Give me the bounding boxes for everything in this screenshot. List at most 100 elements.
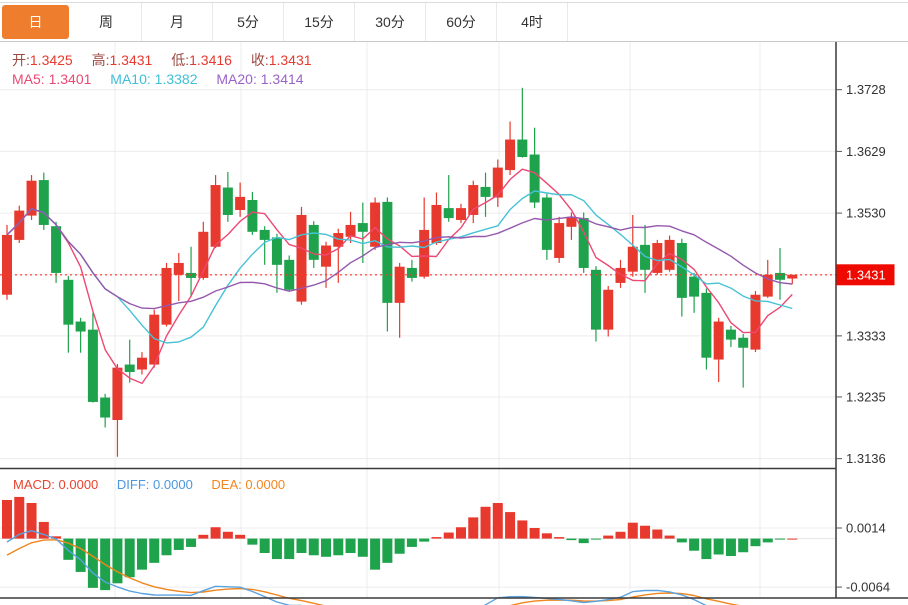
candle-body-up — [174, 263, 184, 275]
macd-bar-negative — [689, 539, 699, 551]
macd-bar-negative — [149, 539, 159, 563]
macd-bar-positive — [530, 528, 540, 539]
candle-body-down — [100, 398, 110, 418]
macd-bar-positive — [628, 523, 638, 539]
candle-body-down — [542, 198, 552, 250]
candle-body-down — [591, 270, 601, 330]
macd-bar-positive — [468, 517, 478, 538]
chart-canvas[interactable]: 1.37281.36291.35301.33331.32351.31360.00… — [0, 0, 908, 605]
candle-body-down — [689, 277, 699, 297]
macd-bar-positive — [456, 527, 466, 538]
macd-bar-positive — [235, 535, 245, 539]
close-label: 收: — [251, 52, 269, 68]
candle-body-up — [603, 290, 613, 330]
macd-bar-negative — [309, 539, 319, 556]
macd-bar-positive — [616, 532, 626, 539]
dea-value: 0.0000 — [245, 477, 285, 492]
ma10-value: 1.3382 — [155, 71, 198, 87]
candle-body-down — [223, 188, 233, 215]
macd-bar-negative — [677, 539, 687, 543]
macd-bar-negative — [296, 539, 306, 553]
current-price-tag-text: 1.3431 — [846, 267, 886, 282]
candle-body-down — [701, 293, 711, 358]
candle-body-down — [407, 268, 417, 278]
macd-bar-positive — [431, 537, 441, 539]
macd-bar-negative — [591, 539, 601, 540]
candle-body-down — [726, 330, 736, 340]
candle-body-up — [714, 322, 724, 360]
candle-body-up — [566, 217, 576, 227]
candle-body-down — [63, 280, 73, 325]
open-label: 开: — [12, 52, 30, 68]
candle-body-up — [456, 208, 466, 220]
macd-bar-positive — [14, 497, 24, 539]
macd-bar-negative — [358, 539, 368, 557]
macd-bar-negative — [137, 539, 147, 570]
macd-bar-negative — [566, 539, 576, 541]
candle-body-up — [419, 230, 429, 277]
candle-body-down — [677, 243, 687, 298]
macd-bar-positive — [444, 533, 454, 539]
macd-bar-negative — [162, 539, 172, 556]
macd-bar-negative — [579, 539, 589, 544]
high-label: 高: — [92, 52, 110, 68]
candle-body-down — [517, 140, 527, 157]
macd-bar-negative — [701, 539, 711, 559]
macd-bar-negative — [174, 539, 184, 550]
macd-bar-positive — [493, 503, 503, 539]
candle-body-up — [235, 197, 245, 210]
macd-bar-positive — [517, 520, 527, 538]
price-axis-label: 1.3629 — [846, 144, 886, 159]
candle-body-up — [112, 368, 122, 420]
candle-body-down — [260, 230, 270, 240]
ma5-label: MA5: — [12, 71, 45, 87]
ma10-label: MA10: — [110, 71, 150, 87]
macd-bar-negative — [112, 539, 122, 584]
price-axis-label: 1.3728 — [846, 82, 886, 97]
price-axis-label: 1.3333 — [846, 328, 886, 343]
macd-bar-negative — [333, 539, 343, 556]
macd-bar-negative — [407, 539, 417, 547]
macd-bar-positive — [652, 530, 662, 539]
price-axis-label: 1.3235 — [846, 389, 886, 404]
ma5-value: 1.3401 — [49, 71, 92, 87]
macd-bar-negative — [370, 539, 380, 570]
macd-bar-positive — [27, 503, 37, 539]
ohlc-readout: 开:1.3425 高:1.3431 低:1.3416 收:1.3431 — [12, 50, 327, 70]
diff-value: 0.0000 — [153, 477, 193, 492]
macd-bar-positive — [665, 536, 675, 539]
candle-body-down — [444, 208, 454, 218]
candle-body-down — [775, 273, 785, 280]
candle-body-down — [125, 365, 135, 372]
candle-body-up — [505, 140, 515, 171]
macd-bar-negative — [346, 539, 356, 553]
macd-bar-negative — [750, 539, 760, 547]
candle-body-down — [186, 273, 196, 278]
macd-axis-label: 0.0014 — [846, 520, 886, 535]
macd-bar-negative — [382, 539, 392, 563]
price-axis-label: 1.3530 — [846, 206, 886, 221]
macd-bar-negative — [726, 539, 736, 556]
candle-body-down — [272, 237, 282, 264]
candle-body-up — [493, 168, 503, 198]
candle-body-up — [763, 275, 773, 297]
ma20-label: MA20: — [216, 71, 256, 87]
macd-bar-negative — [247, 539, 257, 545]
candle-body-up — [137, 358, 147, 370]
macd-label: MACD: — [13, 477, 55, 492]
candle-body-down — [382, 202, 392, 303]
macd-readout: MACD: 0.0000 DIFF: 0.0000 DEA: 0.0000 — [13, 477, 300, 492]
candle-body-up — [554, 223, 564, 258]
candle-body-up — [162, 268, 172, 325]
candle-body-up — [395, 267, 405, 303]
macd-bar-positive — [603, 536, 613, 539]
close-value: 1.3431 — [269, 52, 312, 68]
macd-axis-label: -0.0064 — [846, 580, 890, 595]
macd-bar-negative — [186, 539, 196, 547]
macd-bar-positive — [640, 526, 650, 539]
macd-bar-positive — [542, 533, 552, 538]
ma20-value: 1.3414 — [261, 71, 304, 87]
macd-bar-negative — [88, 539, 98, 588]
macd-bar-positive — [505, 512, 515, 539]
open-value: 1.3425 — [30, 52, 73, 68]
